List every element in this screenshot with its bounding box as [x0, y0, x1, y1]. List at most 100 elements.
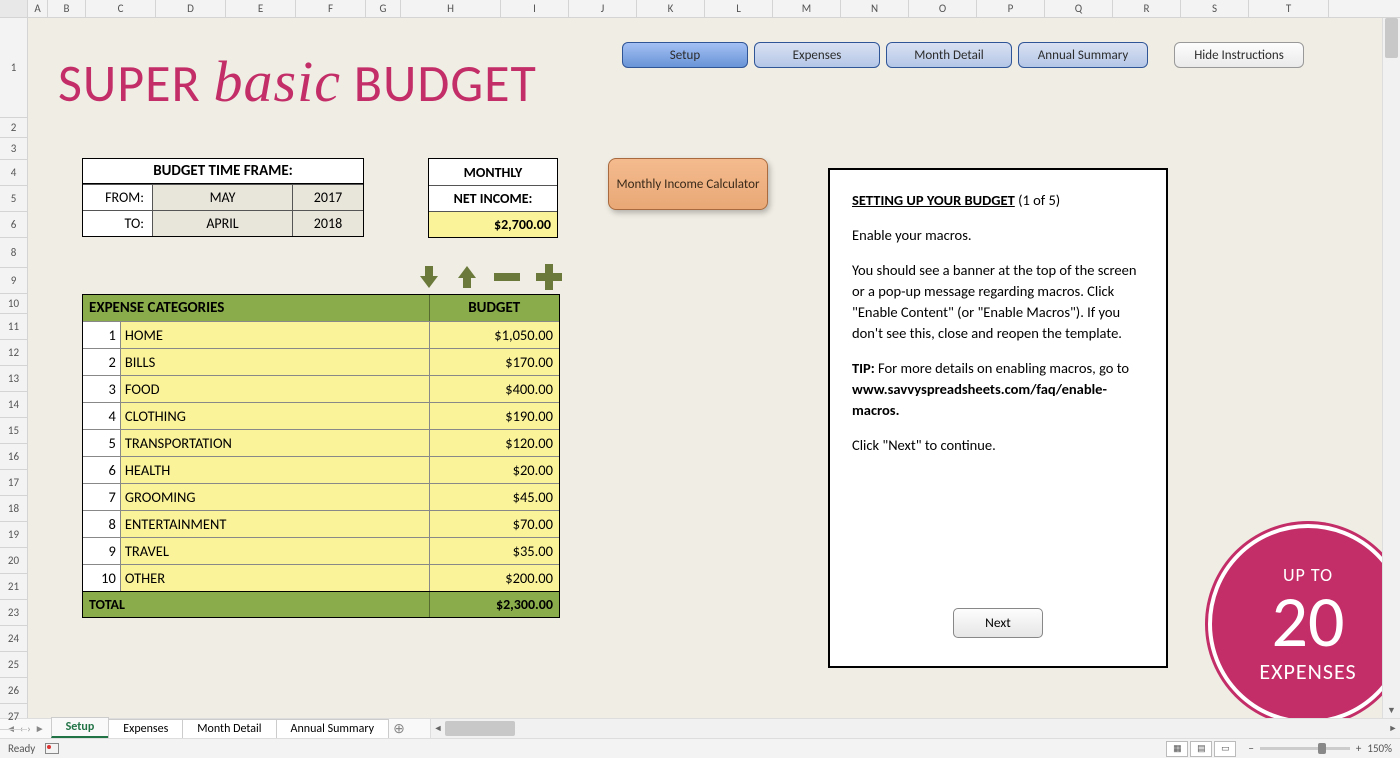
page-layout-icon[interactable]: ▤ [1190, 741, 1212, 757]
row-header[interactable]: 9 [0, 268, 27, 294]
expense-budget-cell[interactable]: $400.00 [430, 376, 559, 402]
row-header[interactable]: 19 [0, 522, 27, 548]
column-header[interactable]: D [156, 0, 226, 17]
to-month-cell[interactable]: APRIL [153, 210, 293, 236]
sheet-tab[interactable]: Expenses [108, 719, 183, 738]
net-income-value[interactable]: $2,700.00 [429, 211, 557, 237]
macro-record-icon[interactable] [45, 743, 59, 754]
expense-name-cell[interactable]: OTHER [121, 565, 430, 591]
nav-setup-button[interactable]: Setup [622, 42, 748, 68]
expense-name-cell[interactable]: ENTERTAINMENT [121, 511, 430, 537]
sheet-tab[interactable]: Setup [51, 717, 110, 738]
column-header[interactable]: J [569, 0, 637, 17]
column-header[interactable]: C [86, 0, 156, 17]
row-header[interactable]: 11 [0, 314, 27, 340]
row-header[interactable]: 4 [0, 160, 27, 186]
page-break-icon[interactable]: ▭ [1214, 741, 1236, 757]
row-header[interactable]: 8 [0, 238, 27, 268]
column-header[interactable]: F [296, 0, 366, 17]
column-header[interactable]: P [977, 0, 1045, 17]
nav-month-detail-button[interactable]: Month Detail [886, 42, 1012, 68]
row-header[interactable]: 13 [0, 366, 27, 392]
remove-row-icon[interactable] [492, 264, 522, 290]
expense-budget-cell[interactable]: $70.00 [430, 511, 559, 537]
nav-expenses-button[interactable]: Expenses [754, 42, 880, 68]
expense-budget-cell[interactable]: $200.00 [430, 565, 559, 591]
scroll-down-icon[interactable]: ▼ [1383, 702, 1400, 718]
row-header[interactable]: 2 [0, 118, 27, 138]
row-header[interactable]: 25 [0, 652, 27, 678]
next-button[interactable]: Next [953, 608, 1043, 638]
column-header[interactable]: S [1181, 0, 1249, 17]
expense-budget-cell[interactable]: $120.00 [430, 430, 559, 456]
expense-budget-cell[interactable]: $1,050.00 [430, 322, 559, 348]
column-header[interactable]: B [48, 0, 86, 17]
from-year-cell[interactable]: 2017 [293, 184, 363, 210]
column-header[interactable]: N [841, 0, 909, 17]
scroll-right-icon[interactable]: ► [1386, 719, 1400, 738]
row-header[interactable]: 5 [0, 186, 27, 212]
zoom-out-icon[interactable]: − [1248, 742, 1253, 755]
nav-annual-summary-button[interactable]: Annual Summary [1018, 42, 1148, 68]
zoom-value[interactable]: 150% [1367, 742, 1392, 755]
expense-name-cell[interactable]: BILLS [121, 349, 430, 375]
sheet-tab[interactable]: Annual Summary [276, 719, 389, 738]
move-up-icon[interactable] [454, 264, 480, 290]
expense-budget-cell[interactable]: $45.00 [430, 484, 559, 510]
row-header[interactable]: 26 [0, 678, 27, 704]
zoom-slider-thumb[interactable] [1318, 743, 1326, 754]
to-year-cell[interactable]: 2018 [293, 210, 363, 236]
row-header[interactable]: 23 [0, 600, 27, 626]
horizontal-scrollbar[interactable]: ◄ ► [430, 719, 1400, 738]
expense-budget-cell[interactable]: $35.00 [430, 538, 559, 564]
normal-view-icon[interactable]: ▦ [1166, 741, 1188, 757]
row-header[interactable]: 3 [0, 138, 27, 160]
sheet-next-icon[interactable]: › [27, 722, 30, 735]
expense-name-cell[interactable]: TRAVEL [121, 538, 430, 564]
row-header[interactable]: 14 [0, 392, 27, 418]
add-row-icon[interactable] [534, 262, 564, 292]
row-header[interactable]: 12 [0, 340, 27, 366]
expense-budget-cell[interactable]: $170.00 [430, 349, 559, 375]
select-all-corner[interactable] [0, 0, 28, 17]
row-header[interactable]: 21 [0, 574, 27, 600]
column-header[interactable]: A [28, 0, 48, 17]
column-header[interactable]: T [1249, 0, 1329, 17]
column-header[interactable]: L [705, 0, 773, 17]
vertical-scrollbar[interactable]: ▲ ▼ [1382, 0, 1400, 718]
row-header[interactable]: 10 [0, 294, 27, 314]
monthly-income-calculator-button[interactable]: Monthly Income Calculator [608, 158, 768, 210]
sheet-last-icon[interactable]: ► [35, 722, 45, 735]
hide-instructions-button[interactable]: Hide Instructions [1174, 42, 1304, 68]
column-header[interactable]: R [1113, 0, 1181, 17]
expense-name-cell[interactable]: GROOMING [121, 484, 430, 510]
column-header[interactable]: O [909, 0, 977, 17]
expense-name-cell[interactable]: HEALTH [121, 457, 430, 483]
scroll-left-icon[interactable]: ◄ [431, 719, 445, 738]
row-header[interactable]: 18 [0, 496, 27, 522]
expense-budget-cell[interactable]: $20.00 [430, 457, 559, 483]
expense-name-cell[interactable]: TRANSPORTATION [121, 430, 430, 456]
column-header[interactable]: H [401, 0, 501, 17]
zoom-slider[interactable] [1260, 747, 1350, 750]
sheet-tab[interactable]: Month Detail [182, 719, 276, 738]
column-header[interactable]: K [637, 0, 705, 17]
from-month-cell[interactable]: MAY [153, 184, 293, 210]
expense-budget-cell[interactable]: $190.00 [430, 403, 559, 429]
expense-name-cell[interactable]: CLOTHING [121, 403, 430, 429]
row-header[interactable]: 15 [0, 418, 27, 444]
row-header[interactable]: 16 [0, 444, 27, 470]
hscroll-thumb[interactable] [445, 721, 515, 736]
row-header[interactable]: 27 [0, 704, 27, 730]
column-header[interactable]: G [366, 0, 401, 17]
add-sheet-button[interactable]: ⊕ [388, 719, 410, 738]
column-header[interactable]: Q [1045, 0, 1113, 17]
zoom-in-icon[interactable]: + [1356, 742, 1361, 755]
expense-name-cell[interactable]: HOME [121, 322, 430, 348]
vscroll-thumb[interactable] [1385, 18, 1398, 58]
column-header[interactable]: E [226, 0, 296, 17]
move-down-icon[interactable] [416, 264, 442, 290]
row-header[interactable]: 1 [0, 18, 27, 118]
row-header[interactable]: 17 [0, 470, 27, 496]
row-header[interactable]: 20 [0, 548, 27, 574]
